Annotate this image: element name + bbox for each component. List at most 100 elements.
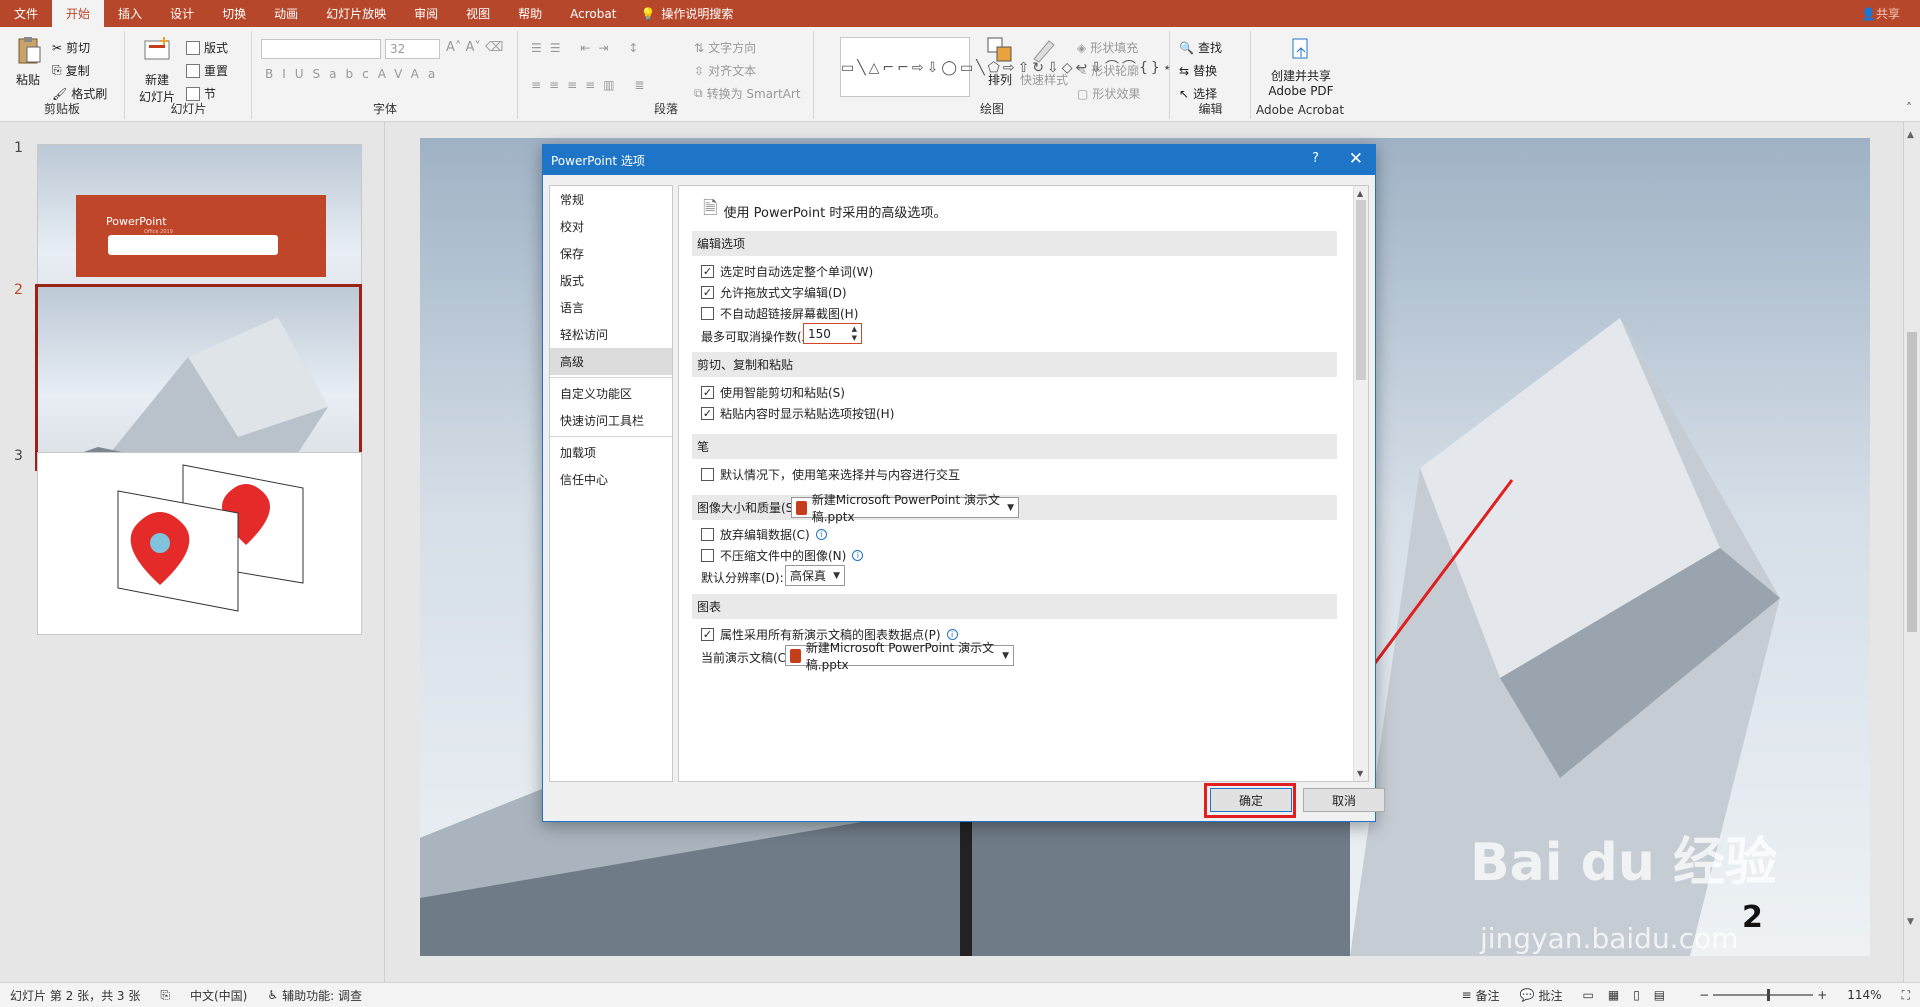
editor-scrollbar[interactable]: ▲ ▼ <box>1903 122 1920 982</box>
arrange-button[interactable]: 排列 <box>985 35 1015 88</box>
new-slide-button[interactable]: 新建 幻灯片 <box>132 35 182 105</box>
image-file-select[interactable]: 新建Microsoft PowerPoint 演示文稿.pptx ▼ <box>791 493 1019 524</box>
option-auto-select-word[interactable]: ✓ 选定时自动选定整个单词(W) <box>701 263 873 280</box>
option-pen-select[interactable]: 默认情况下，使用笔来选择并与内容进行交互 <box>701 466 960 483</box>
info-icon[interactable]: i <box>852 550 864 561</box>
spellcheck-icon[interactable]: ⎘ <box>150 988 180 1003</box>
layout-button[interactable]: 版式 <box>186 39 228 56</box>
tell-me-search[interactable]: 💡 操作说明搜索 <box>640 5 733 22</box>
option-discard-edit-data[interactable]: 放弃编辑数据(C) i <box>701 526 827 543</box>
accessibility-status[interactable]: ♿ 辅助功能: 调查 <box>257 987 372 1004</box>
nav-accessibility[interactable]: 轻松访问 <box>550 321 672 348</box>
tab-design[interactable]: 设计 <box>156 0 208 27</box>
nav-proofing[interactable]: 校对 <box>550 213 672 240</box>
tab-file[interactable]: 文件 <box>0 0 52 27</box>
nav-quick-access-toolbar[interactable]: 快速访问工具栏 <box>550 407 672 434</box>
align-buttons[interactable]: ≡≡≡≡▥ ≣ <box>531 78 652 92</box>
tab-acrobat[interactable]: Acrobat <box>556 0 630 27</box>
fit-slide-icon[interactable]: ⛶ <box>1892 988 1920 1003</box>
list-buttons[interactable]: ☰☰ ⇤⇥ ↕ <box>531 41 646 55</box>
font-grow-icon[interactable]: A˄ A˅ ⌫ <box>446 40 503 55</box>
cancel-button[interactable]: 取消 <box>1303 788 1385 812</box>
find-button[interactable]: 🔍 查找 <box>1179 39 1222 56</box>
checkbox[interactable] <box>701 468 714 481</box>
text-direction-button[interactable]: ⇅ 文字方向 <box>694 39 756 56</box>
share-button[interactable]: 👤共享 <box>1861 5 1900 22</box>
nav-trust-center[interactable]: 信任中心 <box>550 466 672 493</box>
font-size-combo[interactable]: 32 <box>385 39 440 59</box>
notes-button[interactable]: ≡ 备注 <box>1451 987 1509 1004</box>
replace-button[interactable]: ⇆ 替换 <box>1179 62 1217 79</box>
nav-save[interactable]: 保存 <box>550 240 672 267</box>
comments-button[interactable]: 💬 批注 <box>1510 987 1573 1004</box>
checkbox[interactable]: ✓ <box>701 265 714 278</box>
nav-layout[interactable]: 版式 <box>550 267 672 294</box>
options-scrollbar[interactable]: ▲ ▼ <box>1353 186 1368 781</box>
scroll-up-icon[interactable]: ▲ <box>1357 189 1363 198</box>
font-style-buttons[interactable]: BIUSabcAVAa <box>265 67 444 81</box>
scroll-down-icon[interactable]: ▼ <box>1357 769 1363 778</box>
checkbox[interactable]: ✓ <box>701 286 714 299</box>
spin-up-icon[interactable]: ▲ <box>852 325 857 333</box>
shape-outline-button[interactable]: ✎ 形状轮廓 <box>1077 62 1139 79</box>
scroll-thumb[interactable] <box>1356 200 1366 380</box>
help-button[interactable]: ? <box>1312 151 1319 166</box>
align-text-button[interactable]: ⇳ 对齐文本 <box>694 62 756 79</box>
info-icon[interactable]: i <box>815 529 827 540</box>
language-status[interactable]: 中文(中国) <box>180 987 257 1004</box>
share-label: 共享 <box>1875 7 1900 21</box>
tab-slideshow[interactable]: 幻灯片放映 <box>312 0 400 27</box>
tab-animations[interactable]: 动画 <box>260 0 312 27</box>
reset-icon <box>186 63 200 78</box>
tab-insert[interactable]: 插入 <box>104 0 156 27</box>
paste-button[interactable]: 粘贴 <box>10 35 46 88</box>
scroll-thumb[interactable] <box>1907 332 1917 632</box>
nav-language[interactable]: 语言 <box>550 294 672 321</box>
slide-thumbnail-3[interactable] <box>37 452 362 635</box>
text-direction-icon: ⇅ <box>694 40 705 55</box>
close-icon[interactable]: ✕ <box>1349 149 1363 169</box>
quick-styles-button[interactable]: 快速样式 <box>1020 35 1068 88</box>
checkbox[interactable] <box>701 528 714 541</box>
nav-customize-ribbon[interactable]: 自定义功能区 <box>550 380 672 407</box>
spin-down-icon[interactable]: ▼ <box>852 334 857 342</box>
resolution-select[interactable]: 高保真 ▼ <box>785 565 845 586</box>
create-share-pdf-button[interactable]: 创建并共享 Adobe PDF <box>1260 37 1342 98</box>
scroll-down-icon[interactable]: ▼ <box>1907 917 1914 927</box>
checkbox[interactable]: ✓ <box>701 407 714 420</box>
collapse-ribbon-icon[interactable]: ˄ <box>1906 101 1912 115</box>
cut-button[interactable]: ✂ 剪切 <box>52 39 90 56</box>
shape-fill-button[interactable]: ◈ 形状填充 <box>1077 39 1138 56</box>
scroll-up-icon[interactable]: ▲ <box>1907 130 1914 140</box>
menu-bar: 文件 开始 插入 设计 切换 动画 幻灯片放映 审阅 视图 帮助 Acrobat… <box>0 0 1920 27</box>
nav-advanced[interactable]: 高级 <box>550 348 672 375</box>
tab-help[interactable]: 帮助 <box>504 0 556 27</box>
tab-view[interactable]: 视图 <box>452 0 504 27</box>
view-buttons[interactable]: ▭▦▯▤ <box>1573 988 1690 1002</box>
tab-transitions[interactable]: 切换 <box>208 0 260 27</box>
nav-addins[interactable]: 加载项 <box>550 439 672 466</box>
option-paste-options-button[interactable]: ✓ 粘贴内容时显示粘贴选项按钮(H) <box>701 405 894 422</box>
current-doc-select[interactable]: 新建Microsoft PowerPoint 演示文稿.pptx ▼ <box>785 641 1014 672</box>
font-name-combo[interactable] <box>261 39 381 59</box>
undo-count-input[interactable]: 150 ▲ ▼ <box>803 323 862 344</box>
option-no-hyperlink-screenshot[interactable]: 不自动超链接屏幕截图(H) <box>701 305 858 322</box>
nav-general[interactable]: 常规 <box>550 186 672 213</box>
option-drag-drop[interactable]: ✓ 允许拖放式文字编辑(D) <box>701 284 847 301</box>
shapes-gallery[interactable]: ▭╲△⌐⌐⇨⇩◯▭╲⬠⇨⇧↻⇩◇↩⇩⌒⌒{}⋆ <box>840 37 1172 97</box>
checkbox[interactable] <box>701 549 714 562</box>
slide-thumbnail-2[interactable]: 2 <box>35 284 362 471</box>
checkbox[interactable]: ✓ <box>701 628 714 641</box>
zoom-slider[interactable]: − + <box>1689 988 1837 1002</box>
checkbox[interactable]: ✓ <box>701 386 714 399</box>
advanced-header: 🗎 使用 PowerPoint 时采用的高级选项。 <box>703 196 946 226</box>
copy-button[interactable]: ⎘ 复制 <box>52 62 90 79</box>
zoom-level[interactable]: 114% <box>1837 988 1891 1002</box>
checkbox[interactable] <box>701 307 714 320</box>
align-text-label: 对齐文本 <box>708 64 757 78</box>
tab-review[interactable]: 审阅 <box>400 0 452 27</box>
option-smart-cut-paste[interactable]: ✓ 使用智能剪切和粘贴(S) <box>701 384 845 401</box>
tab-home[interactable]: 开始 <box>52 0 105 27</box>
reset-button[interactable]: 重置 <box>186 62 228 79</box>
option-no-compress[interactable]: 不压缩文件中的图像(N) i <box>701 547 864 564</box>
